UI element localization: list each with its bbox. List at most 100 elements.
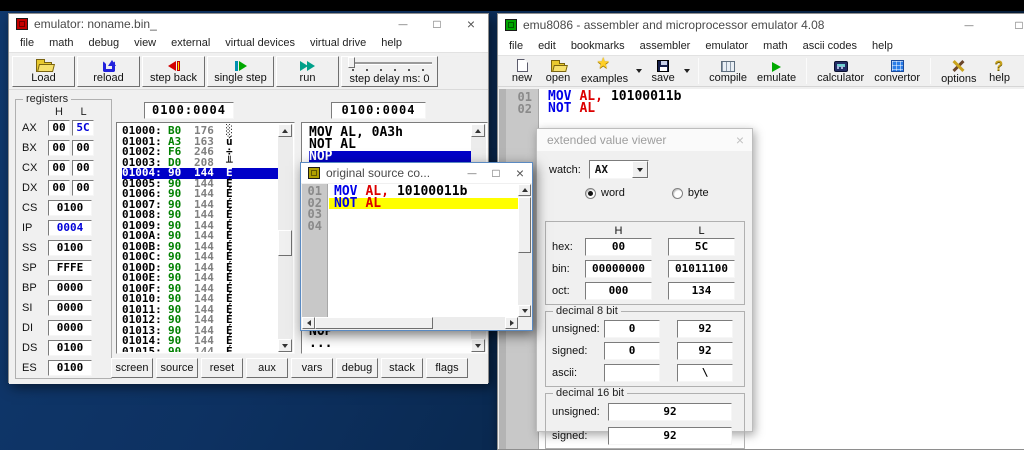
- save-dropdown-icon[interactable]: [681, 69, 693, 73]
- close-icon[interactable]: [728, 129, 752, 151]
- scroll-down-icon[interactable]: [518, 305, 531, 317]
- scroll-right-icon[interactable]: [505, 317, 518, 329]
- chevron-down-icon[interactable]: [632, 161, 648, 178]
- scroll-left-icon[interactable]: [302, 317, 315, 329]
- low-value-field[interactable]: 92: [677, 342, 733, 360]
- code-line[interactable]: NOTAL: [548, 103, 1024, 115]
- scroll-up-icon[interactable]: [278, 124, 292, 137]
- register-low-field[interactable]: 00: [72, 160, 94, 176]
- register-value-field[interactable]: 0100: [48, 240, 92, 256]
- menu-item[interactable]: assembler: [640, 40, 691, 52]
- value-field[interactable]: 92: [608, 403, 732, 421]
- watch-select[interactable]: AX: [589, 160, 649, 179]
- menu-item[interactable]: file: [20, 37, 34, 49]
- menu-item[interactable]: help: [381, 37, 402, 49]
- low-value-field[interactable]: 5C: [668, 238, 735, 256]
- scroll-up-icon[interactable]: [518, 184, 531, 196]
- panel-button[interactable]: screen: [111, 358, 153, 378]
- memory-scrollbar[interactable]: [278, 124, 293, 352]
- disassembly-row[interactable]: ...: [309, 338, 332, 350]
- high-value-field[interactable]: [604, 364, 660, 382]
- register-low-field[interactable]: 00: [72, 180, 94, 196]
- register-value-field[interactable]: 0100: [48, 200, 92, 216]
- memory-address-field[interactable]: 0100:0004: [144, 102, 234, 119]
- disassembly-row[interactable]: NOT AL: [309, 139, 471, 151]
- high-value-field[interactable]: 00: [585, 238, 652, 256]
- help-button[interactable]: help: [982, 57, 1018, 86]
- single-step-button[interactable]: single step: [207, 56, 274, 87]
- register-low-field[interactable]: 00: [72, 140, 94, 156]
- save-button[interactable]: save: [645, 57, 681, 86]
- open-button[interactable]: open: [540, 57, 576, 86]
- source-horizontal-scrollbar[interactable]: [302, 317, 518, 329]
- high-value-field[interactable]: 00000000: [585, 260, 652, 278]
- maximize-icon[interactable]: [420, 14, 454, 34]
- scroll-down-icon[interactable]: [278, 339, 292, 352]
- minimize-icon[interactable]: [952, 14, 986, 36]
- minimize-icon[interactable]: [386, 14, 420, 34]
- load-button[interactable]: Load: [12, 56, 75, 87]
- register-high-field[interactable]: 00: [48, 140, 70, 156]
- disassembly-address-field[interactable]: 0100:0004: [331, 102, 426, 119]
- low-value-field[interactable]: 134: [668, 282, 735, 300]
- source-line[interactable]: NOTAL: [329, 198, 518, 210]
- menu-item[interactable]: debug: [89, 37, 120, 49]
- register-value-field[interactable]: 0100: [48, 340, 92, 356]
- compile-button[interactable]: compile: [704, 57, 752, 86]
- scroll-thumb[interactable]: [315, 317, 433, 329]
- run-button[interactable]: run: [276, 56, 339, 87]
- examples-dropdown-icon[interactable]: [633, 69, 645, 73]
- minimize-icon[interactable]: [460, 163, 484, 183]
- source-vertical-scrollbar[interactable]: [518, 184, 531, 317]
- panel-button[interactable]: aux: [246, 358, 288, 378]
- panel-button[interactable]: flags: [426, 358, 468, 378]
- close-icon[interactable]: [508, 163, 532, 183]
- menu-item[interactable]: external: [171, 37, 210, 49]
- step-back-button[interactable]: step back: [142, 56, 205, 87]
- high-value-field[interactable]: 000: [585, 282, 652, 300]
- memory-row[interactable]: 01015: 90 144 É: [122, 347, 278, 353]
- reload-button[interactable]: reload: [77, 56, 140, 87]
- menu-item[interactable]: emulator: [705, 40, 748, 52]
- menu-item[interactable]: virtual devices: [225, 37, 295, 49]
- menu-item[interactable]: math: [763, 40, 787, 52]
- step-delay-slider[interactable]: [346, 57, 434, 73]
- low-value-field[interactable]: \: [677, 364, 733, 382]
- low-value-field[interactable]: 01011100: [668, 260, 735, 278]
- menu-item[interactable]: view: [134, 37, 156, 49]
- calculator-button[interactable]: calculator: [812, 57, 869, 86]
- byte-radio[interactable]: [672, 188, 683, 199]
- scroll-down-icon[interactable]: [471, 339, 485, 352]
- value-field[interactable]: 92: [608, 427, 732, 445]
- code-line[interactable]: MOVAL,10100011b: [548, 91, 1024, 103]
- menu-item[interactable]: math: [49, 37, 73, 49]
- source-line[interactable]: MOVAL,10100011b: [329, 186, 518, 198]
- scroll-thumb[interactable]: [278, 230, 292, 256]
- panel-button[interactable]: debug: [336, 358, 378, 378]
- panel-button[interactable]: stack: [381, 358, 423, 378]
- panel-button[interactable]: reset: [201, 358, 243, 378]
- register-value-field[interactable]: 0000: [48, 280, 92, 296]
- high-value-field[interactable]: 0: [604, 342, 660, 360]
- examples-button[interactable]: examples: [576, 57, 633, 86]
- word-radio[interactable]: [585, 188, 596, 199]
- options-button[interactable]: options: [936, 57, 981, 86]
- register-low-field[interactable]: 5C: [72, 120, 94, 136]
- convertor-button[interactable]: convertor: [869, 57, 925, 86]
- register-high-field[interactable]: 00: [48, 180, 70, 196]
- new-button[interactable]: new: [504, 57, 540, 86]
- close-icon[interactable]: [454, 14, 488, 34]
- panel-button[interactable]: source: [156, 358, 198, 378]
- menu-item[interactable]: bookmarks: [571, 40, 625, 52]
- panel-button[interactable]: vars: [291, 358, 333, 378]
- register-value-field[interactable]: 0100: [48, 360, 92, 376]
- source-code-area[interactable]: MOVAL,10100011b NOTAL: [329, 184, 518, 317]
- menu-item[interactable]: edit: [538, 40, 556, 52]
- slider-thumb[interactable]: [348, 57, 355, 68]
- menu-item[interactable]: ascii codes: [803, 40, 857, 52]
- menu-item[interactable]: help: [872, 40, 893, 52]
- high-value-field[interactable]: 0: [604, 320, 660, 338]
- register-value-field[interactable]: FFFE: [48, 260, 92, 276]
- emulate-button[interactable]: emulate: [752, 57, 801, 86]
- register-high-field[interactable]: 00: [48, 160, 70, 176]
